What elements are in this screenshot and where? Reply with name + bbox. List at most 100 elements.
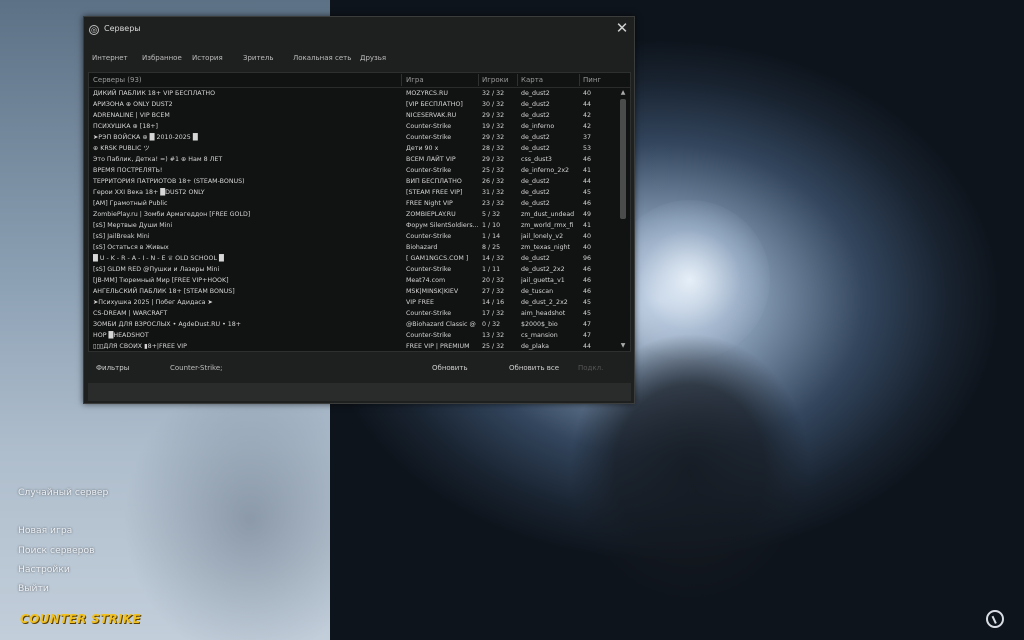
column-ping[interactable]: Пинг [583, 76, 601, 84]
server-game: Biohazard [406, 244, 438, 251]
server-row[interactable]: ➤Психушка 2025 | Побег Адидаса ➤ VIP FREE… [89, 297, 617, 308]
server-row[interactable]: ВРЕМЯ ПОСТРЕЛЯТЬ! Counter-Strike 25 / 32 de… [89, 165, 617, 176]
server-row[interactable]: ТЕРРИТОРИЯ ПАТРИОТОВ 18+ (STEAM-BONUS) ВИ… [89, 176, 617, 187]
bottom-bar: Фильтры Counter-Strike; Обновить Обновит… [84, 357, 634, 379]
server-row[interactable]: [AM] Грамотный Public FREE Night VIP 23 / … [89, 198, 617, 209]
server-players: 31 / 32 [482, 189, 505, 196]
server-game: ZOMBIEPLAY.RU [406, 211, 456, 218]
menu-quit[interactable]: Выйти [18, 583, 49, 594]
server-ping: 40 [583, 90, 592, 97]
server-players: 13 / 32 [482, 332, 505, 339]
server-row[interactable]: ➤РЭП ВОЙСКА ⊕ █ 2010-2025 █ Counter-Strik… [89, 132, 617, 143]
server-name: ADRENALINE | VIP ВСЕМ [93, 112, 170, 119]
server-name: ▯▯▯ДЛЯ СВОИХ ▮8+|FREE VIP [93, 343, 187, 350]
server-ping: 46 [583, 266, 592, 273]
server-players: 28 / 32 [482, 145, 505, 152]
scroll-thumb[interactable] [620, 99, 626, 219]
menu-find-servers[interactable]: Поиск серверов [18, 545, 95, 556]
server-row[interactable]: [sS] GLDM RED @Пушки и Лазеры Mini Counte… [89, 264, 617, 275]
server-ping: 42 [583, 112, 592, 119]
server-players: 23 / 32 [482, 200, 505, 207]
server-row[interactable]: ▯▯▯ДЛЯ СВОИХ ▮8+|FREE VIP FREE VIP | PREM… [89, 341, 617, 351]
server-name: ТЕРРИТОРИЯ ПАТРИОТОВ 18+ (STEAM-BONUS) [93, 178, 245, 185]
server-players: 25 / 32 [482, 167, 505, 174]
status-strip [88, 383, 631, 401]
server-ping: 45 [583, 189, 592, 196]
server-row[interactable]: АНГЕЛЬСКИЙ ПАБЛИК 18+ [STEAM BONUS] MSK|M… [89, 286, 617, 297]
menu-new-game[interactable]: Новая игра [18, 525, 72, 536]
server-game: VIP FREE [406, 299, 434, 306]
tab-favorites[interactable]: Избранное [142, 54, 182, 62]
tab-friends[interactable]: Друзья [360, 54, 386, 62]
server-ping: 40 [583, 244, 592, 251]
server-row[interactable]: [sS] Остаться в Живых Biohazard 8 / 25 zm_t… [89, 242, 617, 253]
refresh-button[interactable]: Обновить [432, 364, 468, 372]
scroll-up-icon[interactable]: ▲ [617, 88, 629, 98]
server-players: 14 / 32 [482, 255, 505, 262]
menu-settings[interactable]: Настройки [18, 564, 70, 575]
server-game: Meat74.com [406, 277, 446, 284]
server-name: АНГЕЛЬСКИЙ ПАБЛИК 18+ [STEAM BONUS] [93, 288, 235, 295]
server-ping: 46 [583, 200, 592, 207]
tab-internet[interactable]: Интернет [92, 54, 128, 62]
menu-random-server[interactable]: Случайный сервер [18, 487, 108, 498]
server-map: zm_dust_undead [521, 211, 575, 218]
column-map[interactable]: Карта [521, 76, 543, 84]
server-row[interactable]: HOP █HEADSHOT Counter-Strike 13 / 32 cs_man… [89, 330, 617, 341]
server-name: Это Паблик, Детка! =) #1 ⊕ Нам 8 ЛЕТ [93, 156, 223, 163]
server-ping: 47 [583, 321, 592, 328]
server-ping: 45 [583, 310, 592, 317]
steam-cs-icon: ◎ [89, 25, 99, 35]
server-list-scrollbar[interactable]: ▲ ▼ [617, 88, 629, 351]
connect-button[interactable]: Подкл. [578, 364, 603, 372]
server-name: [sS] GLDM RED @Пушки и Лазеры Mini [93, 266, 220, 273]
server-row[interactable]: ADRENALINE | VIP ВСЕМ NICESERVAK.RU 29 / 3… [89, 110, 617, 121]
server-row[interactable]: [sS] Мертвые Души Mini Форум SilentSoldie… [89, 220, 617, 231]
server-map: css_dust3 [521, 156, 552, 163]
server-row[interactable]: ЗОМБИ ДЛЯ ВЗРОСЛЫХ • AgdeDust.RU • 18+ @B… [89, 319, 617, 330]
server-players: 17 / 32 [482, 310, 505, 317]
server-row[interactable]: CS-DREAM | WARCRAFT Counter-Strike 17 / 32… [89, 308, 617, 319]
scroll-down-icon[interactable]: ▼ [617, 341, 629, 351]
server-row[interactable]: [sS] JailBreak Mini Counter-Strike 1 / 14 j… [89, 231, 617, 242]
server-ping: 42 [583, 123, 592, 130]
server-name: ➤РЭП ВОЙСКА ⊕ █ 2010-2025 █ [93, 134, 198, 141]
server-row[interactable]: Это Паблик, Детка! =) #1 ⊕ Нам 8 ЛЕТ ВСЕМ… [89, 154, 617, 165]
window-titlebar[interactable]: ◎ Серверы ✕ [84, 17, 634, 43]
server-name: █ U - K - R - A - I - N - E ♕ OLD SCHOOL… [93, 255, 224, 262]
scroll-track[interactable] [620, 99, 626, 339]
server-players: 29 / 32 [482, 134, 505, 141]
column-servers[interactable]: Серверы (93) [93, 76, 142, 84]
server-game: Форум SilentSoldiers... [406, 222, 478, 229]
server-row[interactable]: ⊕ KRSK PUBLIC ツ Дети 90 х 28 / 32 de_dust2 5… [89, 143, 617, 154]
server-ping: 41 [583, 167, 592, 174]
cs-logo-icon [986, 610, 1004, 628]
server-game: ВСЕМ ЛАЙТ VIP [406, 156, 456, 163]
server-map: jail_guetta_v1 [521, 277, 565, 284]
server-name: Герои XXI Века 18+ █DUST2 ONLY [93, 189, 205, 196]
server-game: @Biohazard Classic @ [406, 321, 476, 328]
server-map: cs_mansion [521, 332, 558, 339]
server-ping: 46 [583, 277, 592, 284]
tab-lan[interactable]: Локальная сеть [293, 54, 351, 62]
server-map: de_dust2 [521, 112, 550, 119]
tab-spectator[interactable]: Зритель [243, 54, 273, 62]
refresh-all-button[interactable]: Обновить все [509, 364, 559, 372]
server-row[interactable]: █ U - K - R - A - I - N - E ♕ OLD SCHOOL… [89, 253, 617, 264]
filters-button[interactable]: Фильтры [96, 364, 129, 372]
server-game: Counter-Strike [406, 123, 452, 130]
server-row[interactable]: ДИКИЙ ПАБЛИК 18+ VIP БЕСПЛАТНО MOZYRCS.RU… [89, 88, 617, 99]
server-map: de_dust2 [521, 145, 550, 152]
server-row[interactable]: [JB-MM] Тюремный Мир [FREE VIP+HOOK] Meat… [89, 275, 617, 286]
server-row[interactable]: Герои XXI Века 18+ █DUST2 ONLY [STEAM FRE… [89, 187, 617, 198]
server-row[interactable]: ZombiePlay.ru | Зомби Армагеддон [FREE G… [89, 209, 617, 220]
column-game[interactable]: Игра [406, 76, 424, 84]
server-ping: 49 [583, 211, 592, 218]
server-row[interactable]: ПСИХУШКА ⊕ [18+] Counter-Strike 19 / 32 de_… [89, 121, 617, 132]
server-row[interactable]: АРИЗОНА ⊕ ONLY DUST2 [VIP БЕСПЛАТНО] 30 / … [89, 99, 617, 110]
column-players[interactable]: Игроки [482, 76, 508, 84]
close-button[interactable]: ✕ [614, 20, 630, 36]
server-name: [AM] Грамотный Public [93, 200, 168, 207]
server-game: NICESERVAK.RU [406, 112, 457, 119]
tab-history[interactable]: История [192, 54, 223, 62]
